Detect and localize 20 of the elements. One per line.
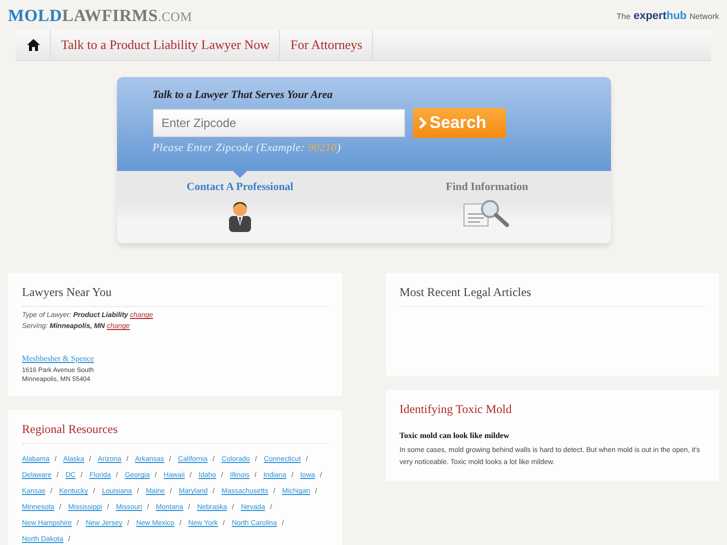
zipcode-field[interactable]: Enter Zipcode: [152, 109, 404, 137]
search-button[interactable]: Search: [412, 108, 506, 138]
panel-tab[interactable]: Find Information: [364, 171, 610, 243]
article-title[interactable]: Identifying Toxic Mold: [400, 402, 705, 423]
tab-pointer: [233, 171, 247, 178]
card-title: Lawyers Near You: [22, 285, 328, 307]
network-logo: The experthub Network: [616, 10, 719, 22]
zipcode-hint: Please Enter Zipcode (Example: 90210): [152, 142, 342, 154]
panel-tab[interactable]: Contact A Professional: [116, 171, 364, 243]
document-magnifier-icon: [462, 198, 512, 230]
nav-link[interactable]: Talk to a Product Liability Lawyer Now: [51, 30, 280, 60]
site-logo[interactable]: MOLDLAWFIRMS.COM: [8, 6, 192, 26]
panel-title: Talk to a Lawyer That Serves Your Area: [152, 89, 334, 101]
card-title: Regional Resources: [22, 422, 328, 444]
home-icon[interactable]: [26, 39, 40, 51]
card-title: Most Recent Legal Articles: [400, 285, 705, 307]
chevron-icon: [418, 117, 426, 129]
article-subtitle: Toxic mold can look like mildew: [400, 431, 510, 440]
nav-link[interactable]: For Attorneys: [280, 30, 374, 60]
lawyer-name-link[interactable]: Meshbesher & Spence: [22, 354, 94, 363]
